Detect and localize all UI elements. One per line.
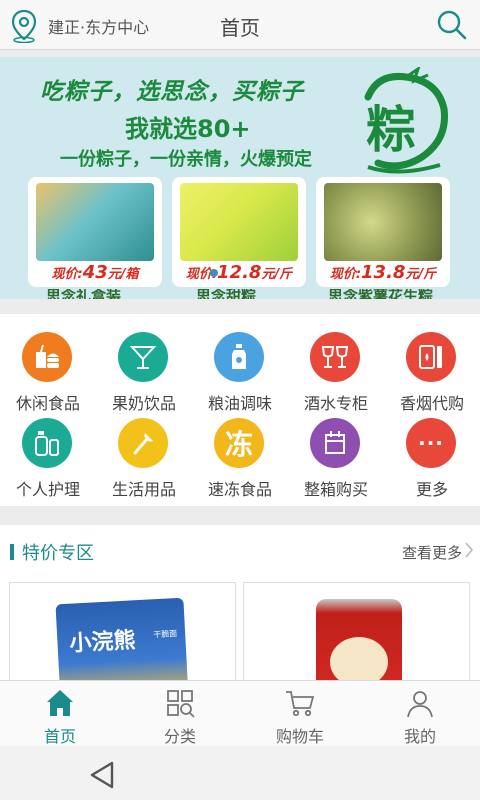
chevron-right-icon[interactable] <box>464 541 474 559</box>
nav-category[interactable]: 分类 <box>120 681 240 747</box>
product-image <box>36 183 154 261</box>
home-icon <box>47 690 73 716</box>
category-personal-care[interactable]: 个人护理 <box>0 418 96 504</box>
product-image <box>180 183 298 261</box>
carousel-indicator[interactable] <box>210 269 218 277</box>
nav-profile[interactable]: 我的 <box>360 681 480 747</box>
logo-char: 粽 <box>366 101 416 159</box>
zongzi-logo: 粽 <box>364 67 449 174</box>
category-grid-icon <box>167 690 195 718</box>
cocktail-icon <box>118 332 168 382</box>
product-image: 小浣熊 干脆面 <box>55 597 189 691</box>
nav-cart[interactable]: 购物车 <box>240 681 360 747</box>
product-image <box>316 599 402 691</box>
category-label: 整箱购买 <box>303 480 368 499</box>
banner-price: 现价:13.8元/斤 <box>329 262 437 283</box>
category-frozen[interactable]: 冻 速冻食品 <box>192 418 288 504</box>
cart-icon <box>286 691 315 717</box>
category-more[interactable]: ··· 更多 <box>384 418 480 504</box>
product-card[interactable]: 小浣熊 干脆面 <box>9 582 236 692</box>
top-header: 建正·东方中心 首页 <box>0 0 480 50</box>
category-bulk-box[interactable]: 整箱购买 <box>288 418 384 504</box>
frozen-icon: 冻 <box>214 418 264 468</box>
section-accent-bar <box>10 544 14 560</box>
category-label: 香烟代购 <box>399 394 464 413</box>
banner-product-card[interactable]: 现价:43元/箱 <box>28 177 162 287</box>
category-label: 果奶饮品 <box>111 394 176 413</box>
category-cigarettes[interactable]: 香烟代购 <box>384 332 480 418</box>
nav-home[interactable]: 首页 <box>0 681 120 747</box>
user-icon <box>407 691 433 718</box>
more-icon: ··· <box>406 418 456 468</box>
banner-price: 现价:43元/箱 <box>51 262 139 283</box>
page-title: 首页 <box>220 16 260 40</box>
banner-subheadline: 我就选80+ <box>125 115 251 143</box>
nav-label: 购物车 <box>275 727 324 746</box>
banner-product-card[interactable]: 现价:13.8元/斤 <box>316 177 450 287</box>
snack-icon <box>22 332 72 382</box>
wine-glasses-icon <box>310 332 360 382</box>
product-card[interactable] <box>243 582 470 692</box>
category-daily-goods[interactable]: 生活用品 <box>96 418 192 504</box>
banner-tagline: 一份粽子，一份亲情，火爆预定 <box>60 149 312 170</box>
bottom-nav: 首页 分类 购物车 我的 <box>0 680 480 746</box>
section-title: 特价专区 <box>22 543 94 564</box>
category-snacks[interactable]: 休闲食品 <box>0 332 96 418</box>
category-drinks[interactable]: 果奶饮品 <box>96 332 192 418</box>
category-label: 个人护理 <box>15 480 80 499</box>
banner-cut-text: 思念礼盒装 思念甜粽 思念紫薯花生粽 <box>0 289 480 299</box>
category-label: 更多 <box>415 480 448 499</box>
nav-label: 分类 <box>163 727 196 746</box>
cigarette-icon <box>406 332 456 382</box>
category-label: 生活用品 <box>111 480 176 499</box>
banner-headline: 吃粽子，选思念，买粽子 <box>40 79 304 105</box>
category-grid: 休闲食品 果奶饮品 粮油调味 酒水专柜 香烟代购 个人护理 生活用品 冻 速冻食… <box>0 314 480 506</box>
lotion-icon <box>22 418 72 468</box>
special-offer-section: 特价专区 查看更多 小浣熊 干脆面 <box>0 525 480 692</box>
category-label: 速冻食品 <box>207 480 272 499</box>
box-icon <box>310 418 360 468</box>
category-grain-oil[interactable]: 粮油调味 <box>192 332 288 418</box>
promo-banner[interactable]: 吃粽子，选思念，买粽子 我就选80+ 一份粽子，一份亲情，火爆预定 粽 现价:4… <box>0 57 480 299</box>
category-label: 粮油调味 <box>207 394 272 413</box>
category-label: 酒水专柜 <box>303 394 368 413</box>
nav-label: 我的 <box>403 727 436 746</box>
product-image <box>324 183 442 261</box>
system-nav-bar <box>0 746 480 800</box>
view-more-link[interactable]: 查看更多 <box>402 542 462 563</box>
search-icon[interactable] <box>436 9 468 41</box>
bottle-icon <box>214 332 264 382</box>
banner-price: 现价:12.8元/斤 <box>185 262 293 283</box>
back-triangle-icon[interactable] <box>88 760 116 790</box>
utensils-icon <box>118 418 168 468</box>
banner-product-card[interactable]: 现价:12.8元/斤 <box>172 177 306 287</box>
nav-label: 首页 <box>43 727 76 746</box>
category-liquor[interactable]: 酒水专柜 <box>288 332 384 418</box>
category-label: 休闲食品 <box>15 394 80 413</box>
